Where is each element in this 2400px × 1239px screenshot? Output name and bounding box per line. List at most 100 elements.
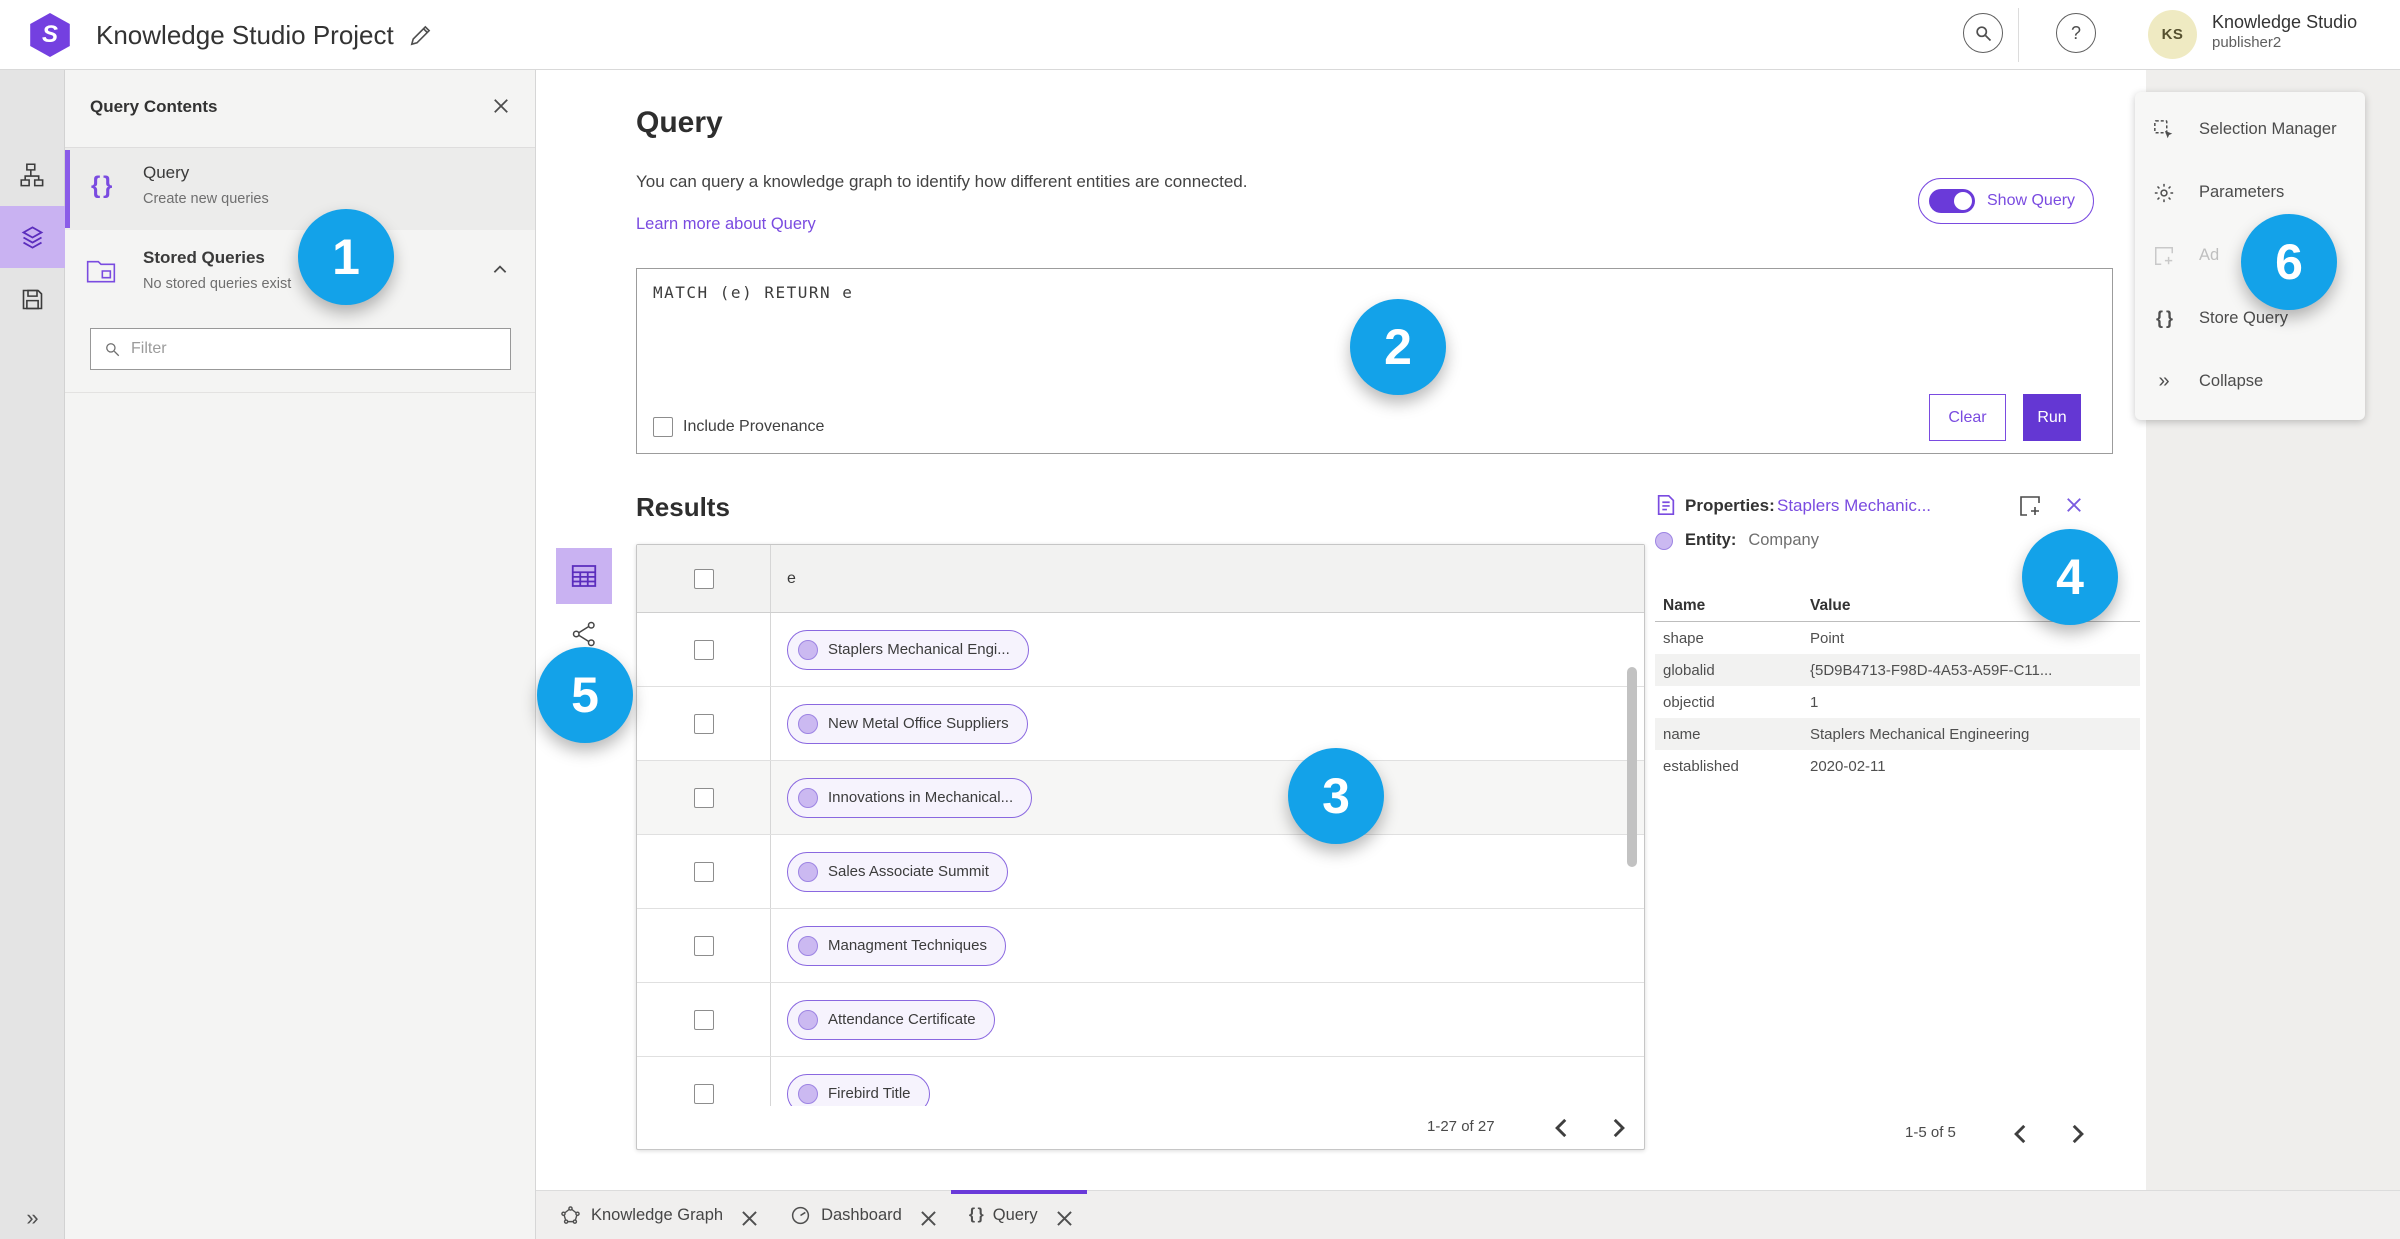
menu-item-label: Collapse: [2199, 372, 2264, 390]
include-provenance-row[interactable]: Include Provenance: [653, 417, 824, 437]
entity-pill[interactable]: Attendance Certificate: [787, 999, 995, 1040]
table-body: Staplers Mechanical Engi... New Metal Of…: [637, 613, 1644, 1106]
row-checkbox[interactable]: [693, 861, 714, 882]
table-row[interactable]: Firebird Title: [637, 1057, 1644, 1106]
table-view-button[interactable]: [556, 548, 612, 604]
row-checkbox[interactable]: [693, 787, 714, 808]
properties-entity-link[interactable]: Staplers Mechanic...: [1777, 496, 1931, 516]
property-value: {5D9B4713-F98D-4A53-A59F-C11...: [1810, 661, 2053, 679]
braces-icon: [969, 1206, 983, 1224]
next-page-icon[interactable]: [1605, 1115, 1631, 1141]
menu-item-parameters[interactable]: Parameters: [2135, 161, 2365, 224]
tab-dashboard[interactable]: Dashboard: [772, 1191, 951, 1239]
entity-dot-icon: [798, 787, 818, 808]
expand-rail-icon[interactable]: [0, 1205, 65, 1231]
tab-knowledge-graph[interactable]: Knowledge Graph: [542, 1191, 772, 1239]
entity-dot-icon: [798, 861, 818, 882]
table-row[interactable]: Attendance Certificate: [637, 983, 1644, 1057]
page-title: Query: [636, 106, 723, 139]
account-info[interactable]: Knowledge Studio publisher2: [2212, 11, 2357, 52]
knowledge-studio-logo-icon[interactable]: S: [30, 13, 70, 57]
property-row[interactable]: objectid 1: [1655, 686, 2140, 718]
layers-rail-button[interactable]: [0, 206, 65, 268]
search-button[interactable]: [1963, 13, 2003, 53]
stored-queries-folder-icon: [85, 255, 117, 287]
hierarchy-rail-button[interactable]: [0, 144, 65, 206]
entity-pill[interactable]: Managment Techniques: [787, 925, 1006, 966]
table-row[interactable]: New Metal Office Suppliers: [637, 687, 1644, 761]
run-button[interactable]: Run: [2023, 394, 2081, 441]
learn-more-link[interactable]: Learn more about Query: [636, 215, 816, 234]
select-all-checkbox[interactable]: [693, 568, 714, 589]
query-description: You can query a knowledge graph to ident…: [636, 172, 1248, 191]
double-chevron-icon: [2153, 370, 2175, 393]
row-checkbox[interactable]: [693, 935, 714, 956]
help-button[interactable]: ?: [2056, 13, 2096, 53]
edit-title-pencil-icon[interactable]: [408, 22, 434, 48]
table-scrollbar[interactable]: [1627, 667, 1637, 867]
menu-item-label: Ad: [2199, 246, 2220, 264]
entity-pill[interactable]: Sales Associate Summit: [787, 851, 1008, 892]
close-properties-icon[interactable]: [2064, 495, 2084, 515]
entity-type-row: Entity: Company: [1655, 531, 1819, 550]
braces-icon: [91, 172, 110, 200]
property-row[interactable]: shape Point: [1655, 622, 2140, 654]
menu-item-store-query[interactable]: Store Query: [2135, 287, 2365, 350]
avatar-initials: KS: [2161, 26, 2184, 43]
selection-manager-icon: [2153, 119, 2173, 138]
entity-pill-label: New Metal Office Suppliers: [828, 715, 1009, 732]
save-rail-button[interactable]: [0, 268, 65, 330]
bottom-tab-bar: Knowledge Graph Dashboard Query: [536, 1190, 2400, 1239]
stored-queries-title: Stored Queries: [143, 248, 265, 267]
annotation-badge-5: 5: [537, 647, 633, 743]
table-row[interactable]: Managment Techniques: [637, 909, 1644, 983]
table-row[interactable]: Sales Associate Summit: [637, 835, 1644, 909]
braces-icon: [2153, 308, 2175, 329]
add-to-new-window-icon[interactable]: [2018, 494, 2042, 518]
show-query-toggle[interactable]: Show Query: [1918, 178, 2095, 224]
property-row[interactable]: globalid {5D9B4713-F98D-4A53-A59F-C11...: [1655, 654, 2140, 686]
entity-pill[interactable]: Firebird Title: [787, 1073, 930, 1106]
close-tab-icon[interactable]: [739, 1208, 757, 1226]
previous-page-icon[interactable]: [1549, 1115, 1575, 1141]
menu-item-label: Parameters: [2199, 183, 2285, 201]
filter-input[interactable]: [131, 340, 498, 358]
table-row[interactable]: Staplers Mechanical Engi...: [637, 613, 1644, 687]
chevron-up-icon[interactable]: [491, 261, 509, 279]
property-row[interactable]: established 2020-02-11: [1655, 750, 2140, 782]
query-item-title: Query: [143, 163, 190, 182]
sidebar-item-query[interactable]: Query Create new queries: [65, 148, 535, 230]
clear-button[interactable]: Clear: [1929, 394, 2006, 441]
table-row[interactable]: Innovations in Mechanical...: [637, 761, 1644, 835]
user-avatar[interactable]: KS: [2148, 10, 2197, 59]
property-row[interactable]: name Staplers Mechanical Engineering: [1655, 718, 2140, 750]
table-icon: [569, 561, 599, 591]
previous-page-icon[interactable]: [2008, 1121, 2034, 1147]
entity-pill[interactable]: New Metal Office Suppliers: [787, 703, 1028, 744]
entity-pill[interactable]: Staplers Mechanical Engi...: [787, 629, 1029, 670]
next-page-icon[interactable]: [2064, 1121, 2090, 1147]
annotation-badge-3: 3: [1288, 748, 1384, 844]
entity-pill[interactable]: Innovations in Mechanical...: [787, 777, 1033, 818]
stored-queries-filter[interactable]: [90, 328, 511, 370]
annotation-badge-4: 4: [2022, 529, 2118, 625]
top-bar: S Knowledge Studio Project ? KS Knowledg…: [0, 0, 2400, 70]
menu-item-selection-manager[interactable]: Selection Manager: [2135, 98, 2365, 161]
menu-item-collapse[interactable]: Collapse: [2135, 350, 2365, 413]
close-panel-icon[interactable]: [491, 96, 511, 116]
entity-dot-icon: [798, 1009, 818, 1030]
query-code[interactable]: MATCH (e) RETURN e: [653, 283, 853, 302]
close-tab-icon[interactable]: [1054, 1208, 1072, 1226]
close-tab-icon[interactable]: [918, 1208, 936, 1226]
row-checkbox[interactable]: [693, 639, 714, 660]
entity-dot-icon: [798, 935, 818, 956]
panel-divider: [65, 392, 535, 393]
account-role: publisher2: [2212, 33, 2282, 51]
row-checkbox[interactable]: [693, 1009, 714, 1030]
row-checkbox[interactable]: [693, 713, 714, 734]
filter-search-icon: [106, 343, 120, 357]
row-checkbox[interactable]: [693, 1083, 714, 1104]
include-provenance-checkbox[interactable]: [653, 417, 673, 437]
entity-dot-icon: [798, 639, 818, 660]
tab-query[interactable]: Query: [950, 1190, 1087, 1239]
